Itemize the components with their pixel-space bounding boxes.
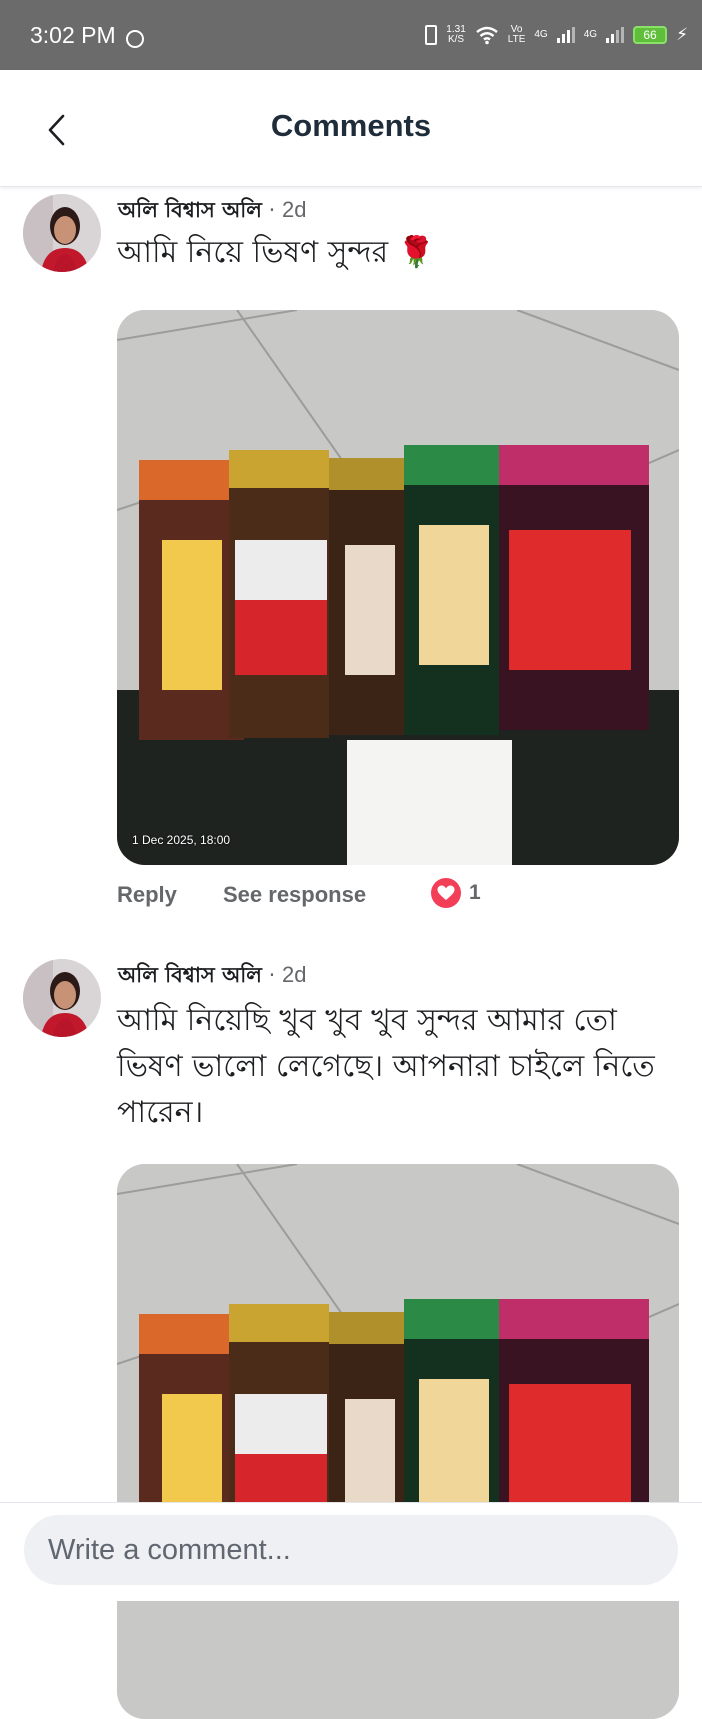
avatar[interactable]	[23, 194, 101, 272]
photo-timestamp: 1 Dec 2025, 18:00	[132, 833, 231, 847]
signal-1-icon	[556, 27, 575, 43]
net-speed: 1.31 K/S	[446, 25, 465, 45]
reaction-summary[interactable]: 1	[431, 878, 481, 908]
separator: ·	[268, 198, 276, 222]
separator: ·	[268, 963, 276, 987]
charging-icon: ⚡	[676, 24, 688, 45]
volte-indicator: Vo LTE	[508, 25, 526, 45]
page-title: Comments	[270, 108, 432, 143]
comment-time: 2d	[282, 962, 307, 987]
status-icons: 1.31 K/S Vo LTE 4G 4G 66 ⚡	[425, 18, 688, 52]
comment-text: আমি নিয়ে ভিষণ সুন্দর 🌹	[117, 235, 435, 270]
author-line: অলি বিশ্বাস অলি · 2d	[118, 959, 307, 994]
comment-actions: Reply See response 1	[117, 878, 677, 918]
comment-composer	[0, 1502, 702, 1601]
wifi-icon	[475, 26, 498, 45]
comment-photo[interactable]: 1 Dec 2025, 18:00	[117, 310, 679, 865]
sync-icon	[126, 30, 144, 48]
comment-text: আমি নিয়েছি খুব খুব খুব সুন্দর আমার তো ভ…	[117, 1003, 655, 1130]
signal-2-icon	[606, 27, 625, 43]
comment-photo[interactable]	[117, 1164, 679, 1719]
see-response-button[interactable]: See response	[223, 882, 366, 908]
vibrate-icon	[425, 25, 438, 45]
net-speed-unit: K/S	[447, 34, 465, 45]
comment-input[interactable]	[24, 1515, 678, 1585]
author-name[interactable]: অলি বিশ্বাস অলি	[118, 198, 262, 222]
avatar[interactable]	[23, 959, 101, 1037]
signal-2-label: 4G	[583, 29, 598, 40]
reaction-count: 1	[469, 881, 481, 904]
header: Comments	[0, 70, 702, 187]
volte-b: LTE	[507, 34, 526, 45]
author-line: অলি বিশ্বাস অলি · 2d	[118, 194, 307, 229]
reply-button[interactable]: Reply	[117, 882, 177, 908]
battery-icon: 66	[633, 26, 668, 44]
signal-1-label: 4G	[534, 29, 548, 40]
author-name[interactable]: অলি বিশ্বাস অলি	[118, 963, 262, 987]
status-bar: 3:02 PM 1.31 K/S Vo LTE 4G 4G 66 ⚡	[0, 0, 702, 70]
status-time: 3:02 PM	[30, 22, 116, 48]
heart-icon	[431, 878, 461, 908]
comment-time: 2d	[282, 197, 307, 222]
